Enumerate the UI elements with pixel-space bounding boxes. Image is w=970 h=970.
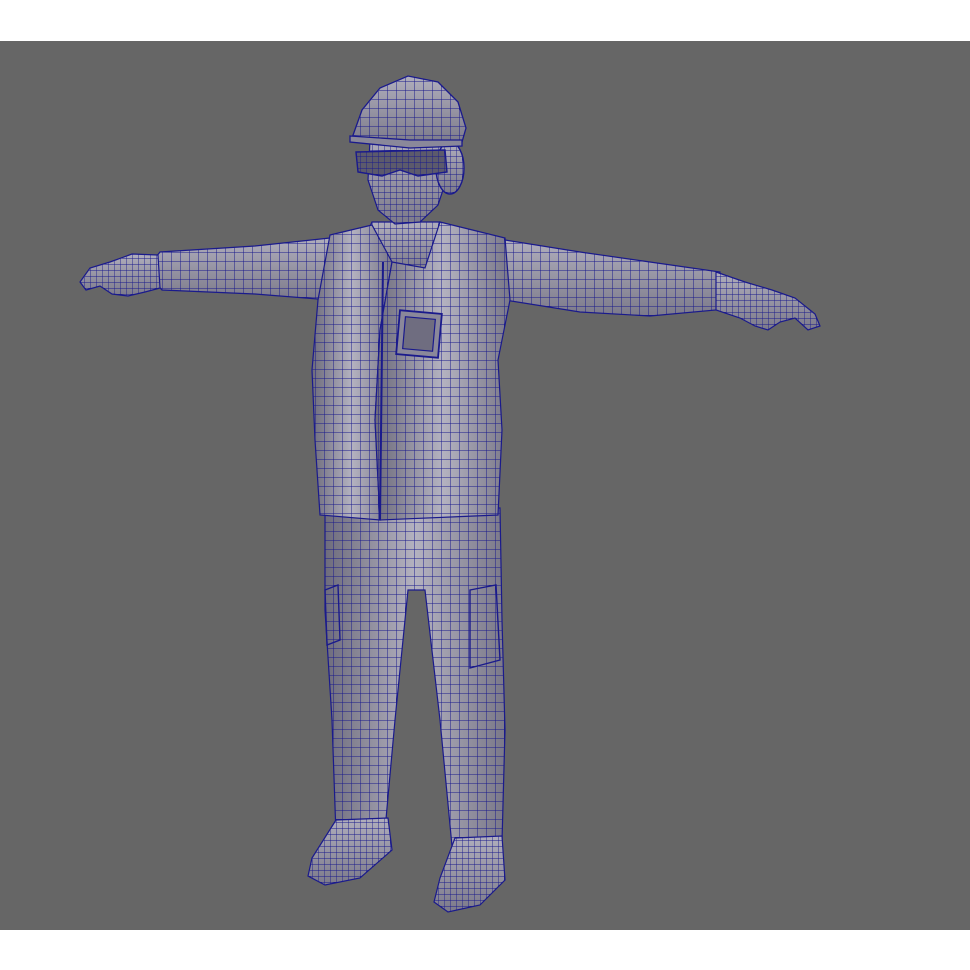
left-boot [433,835,506,913]
screenshot-frame [0,0,970,970]
3d-viewport[interactable] [0,41,970,930]
right-boot [307,817,393,886]
character-model[interactable] [79,75,821,913]
vest [311,221,511,521]
right-hand [79,253,161,297]
chest-pocket [395,309,443,359]
hard-hat [349,75,467,149]
left-hand [715,271,821,331]
right-arm [151,237,331,301]
left-arm [504,239,721,317]
trousers [324,504,506,847]
viewport-canvas [79,75,821,913]
